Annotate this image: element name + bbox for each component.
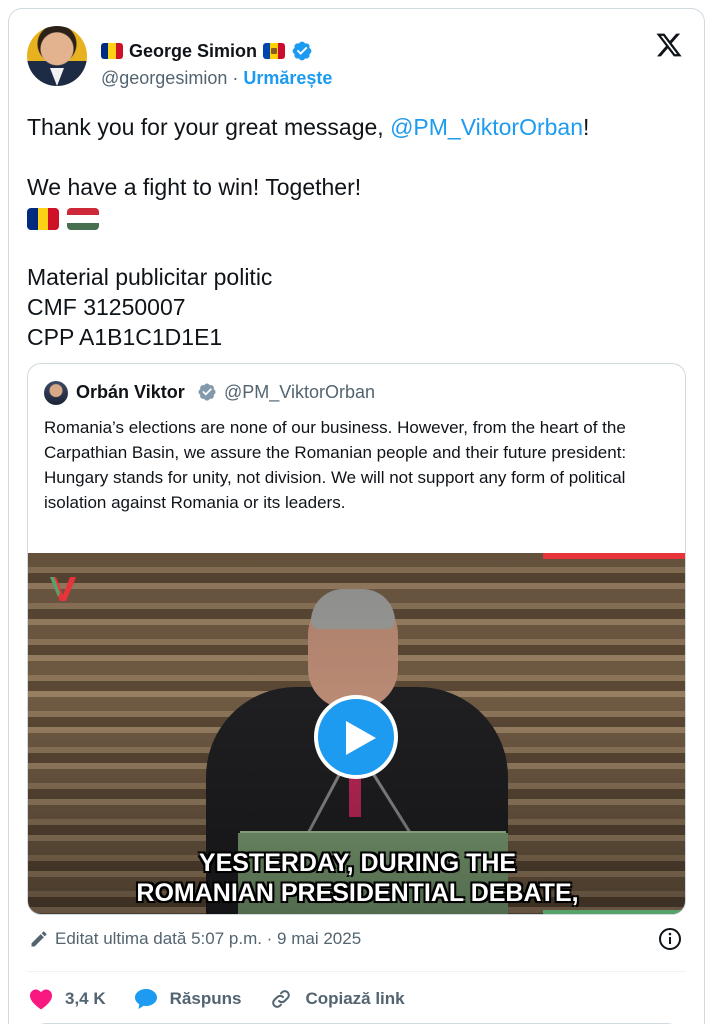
video-accent-bar-top — [543, 553, 685, 559]
tweet-line-1-text: Thank you for your great message, — [27, 114, 391, 140]
divider — [27, 971, 686, 972]
play-button[interactable] — [314, 695, 398, 779]
author-name-row[interactable]: George Simion — [101, 39, 313, 63]
quoted-author-handle[interactable]: @PM_ViktorOrban — [224, 382, 375, 403]
info-icon[interactable] — [658, 927, 682, 951]
reply-label[interactable]: Răspuns — [170, 989, 242, 1009]
x-logo-icon[interactable] — [654, 31, 684, 59]
quoted-tweet-text: Romania’s elections are none of our busi… — [44, 418, 627, 512]
romania-flag-icon — [27, 207, 59, 230]
tweet-line-2: We have a fight to win! Together! — [27, 174, 362, 200]
tweet-actions: 3,4 K Răspuns Copiază link — [29, 985, 433, 1013]
author-handle[interactable]: @georgesimion — [101, 68, 227, 88]
author-display-name[interactable]: George Simion — [129, 41, 257, 62]
copy-link-button[interactable]: Copiază link — [269, 987, 405, 1011]
heart-icon — [30, 989, 52, 1010]
tweet-line-1: Thank you for your great message, @PM_Vi… — [27, 112, 687, 142]
copy-link-label[interactable]: Copiază link — [305, 989, 404, 1009]
moldova-flag-icon — [263, 43, 286, 59]
tweet-card: George Simion @georgesimion · Urmărește … — [8, 8, 705, 1024]
author-avatar[interactable] — [27, 26, 87, 86]
quoted-tweet[interactable]: Orbán Viktor @PM_ViktorOrban Romania’s e… — [27, 363, 686, 915]
video-caption-line-2: ROMANIAN PRESIDENTIAL DEBATE, — [136, 879, 579, 907]
like-button[interactable]: 3,4 K — [29, 988, 106, 1010]
channel-logo-icon — [50, 577, 76, 601]
verified-badge-icon — [292, 41, 312, 61]
tweet-line-3: Material publicitar politic — [27, 264, 273, 290]
play-icon — [346, 721, 376, 755]
like-count[interactable]: 3,4 K — [65, 989, 106, 1009]
mention-link[interactable]: @PM_ViktorOrban — [390, 114, 583, 140]
reply-button[interactable]: Răspuns — [134, 988, 242, 1010]
flags-line — [27, 202, 687, 232]
edited-text[interactable]: Editat ultima dată 5:07 p.m. · 9 mai 202… — [55, 929, 361, 949]
separator-dot: · — [232, 68, 239, 88]
video-player[interactable]: YESTERDAY, DURING THE ROMANIAN PRESIDENT… — [28, 553, 685, 914]
romania-flag-icon — [101, 43, 123, 59]
gray-verified-badge-icon — [198, 383, 216, 401]
author-handle-row: @georgesimion · Urmărește — [101, 68, 332, 89]
hungary-flag-icon — [67, 207, 99, 230]
quoted-author-avatar[interactable] — [44, 381, 68, 405]
follow-button[interactable]: Urmărește — [243, 68, 332, 88]
tweet-line-5: CPP A1B1C1D1E1 — [27, 324, 223, 350]
pencil-icon — [31, 931, 47, 947]
tweet-line-4: CMF 31250007 — [27, 294, 186, 320]
link-icon — [272, 990, 291, 1008]
edited-timestamp[interactable]: Editat ultima dată 5:07 p.m. · 9 mai 202… — [29, 929, 361, 949]
tweet-line-1-end: ! — [583, 114, 590, 140]
quoted-author-name[interactable]: Orbán Viktor — [76, 382, 185, 403]
video-accent-bar-bottom — [543, 910, 685, 914]
tweet-text: Thank you for your great message, @PM_Vi… — [27, 112, 687, 352]
reply-bubble-icon — [134, 989, 157, 1009]
video-caption-line-1: YESTERDAY, DURING THE — [198, 849, 517, 877]
